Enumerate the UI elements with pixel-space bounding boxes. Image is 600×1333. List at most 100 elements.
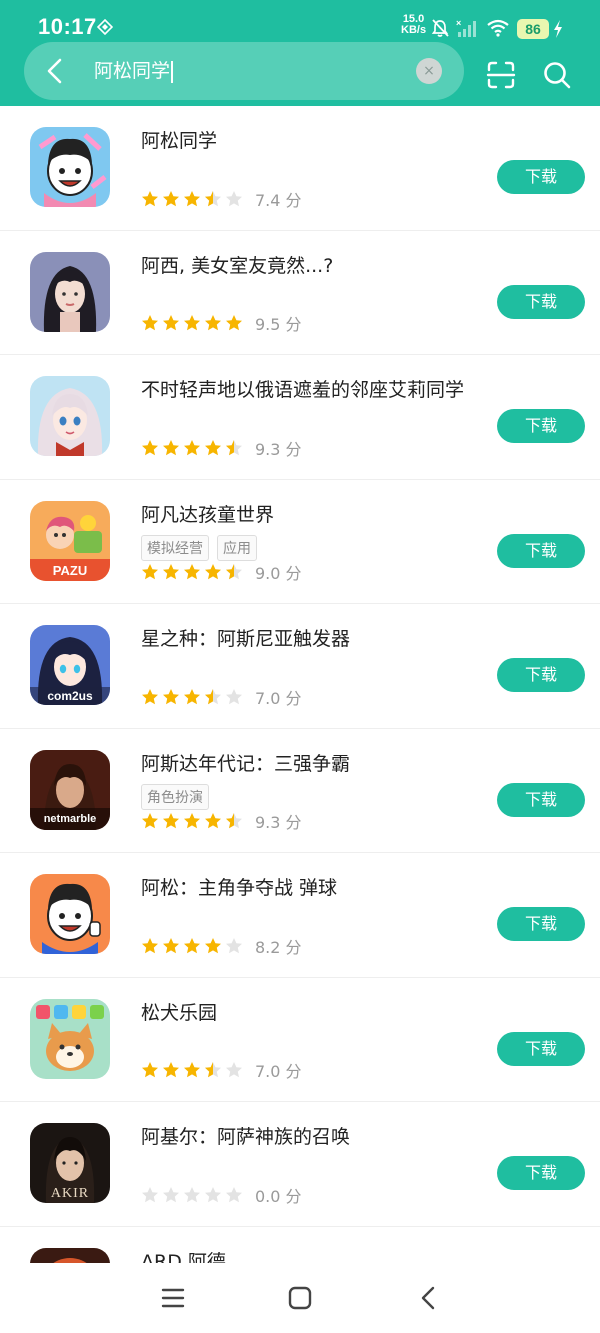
- star-filled-icon: [163, 315, 179, 331]
- score-unit: 分: [285, 439, 302, 459]
- category-tag: 应用: [217, 534, 257, 561]
- star-filled-icon: [205, 813, 221, 829]
- navigation-bar: [0, 1263, 600, 1333]
- star-empty-icon: [226, 688, 242, 704]
- download-button[interactable]: 下载: [497, 907, 585, 941]
- app-name[interactable]: 星之种：阿斯尼亚触发器: [141, 624, 350, 651]
- app-results-list: 阿松同学 7.4 分 下载 阿西, 美女室友竟然...? 9.5 分 下载 不时…: [0, 106, 600, 1263]
- app-list-item[interactable]: PAZU 阿凡达孩童世界 模拟经营 应用 9.0 分 下载: [0, 480, 600, 604]
- app-name[interactable]: 阿斯达年代记：三强争霸: [141, 749, 350, 776]
- signal-icon: ×: [456, 18, 476, 37]
- app-name[interactable]: 阿松同学: [141, 126, 217, 153]
- app-list-item[interactable]: AKIR 阿基尔：阿萨神族的召唤 0.0 分 下载: [0, 1102, 600, 1227]
- search-input[interactable]: 阿松同学: [94, 42, 404, 100]
- score-unit: 分: [285, 937, 302, 957]
- app-list-item[interactable]: 阿松：主角争夺战 弹球 8.2 分 下载: [0, 853, 600, 978]
- score-unit: 分: [285, 813, 302, 832]
- star-filled-icon: [142, 813, 158, 829]
- app-icon[interactable]: AKIR: [30, 1123, 110, 1203]
- star-filled-icon: [163, 190, 179, 206]
- app-rating: 9.5 分: [141, 311, 302, 335]
- app-name[interactable]: 阿松：主角争夺战 弹球: [141, 873, 337, 900]
- download-button[interactable]: 下载: [497, 533, 585, 568]
- star-filled-icon: [184, 190, 200, 206]
- app-icon[interactable]: [30, 127, 110, 207]
- category-tag: 角色扮演: [141, 783, 209, 810]
- app-name[interactable]: 阿凡达孩童世界: [141, 500, 274, 527]
- download-button[interactable]: 下载: [497, 782, 585, 817]
- star-half-icon: [205, 688, 221, 704]
- app-icon[interactable]: [30, 1247, 110, 1263]
- com2us-logo: com2us: [47, 689, 93, 703]
- app-icon[interactable]: [30, 251, 110, 332]
- star-rating: [141, 563, 243, 581]
- app-rating: 9.0 分: [141, 560, 302, 584]
- star-half-icon: [205, 190, 221, 206]
- app-icon[interactable]: PAZU: [30, 500, 110, 581]
- back-icon[interactable]: [414, 1283, 444, 1313]
- star-filled-icon: [226, 315, 242, 331]
- app-rating: 9.3 分: [141, 809, 302, 833]
- app-icon[interactable]: [30, 874, 110, 954]
- app-list-item[interactable]: 不时轻声地以俄语遮羞的邻座艾莉同学 9.3 分 下载: [0, 355, 600, 480]
- star-empty-icon: [226, 937, 242, 953]
- back-arrow-icon[interactable]: [40, 55, 72, 87]
- score-value: 9.3: [255, 439, 281, 459]
- app-list-item[interactable]: 松犬乐园 7.0 分 下载: [0, 978, 600, 1102]
- star-rating: [141, 439, 243, 457]
- star-filled-icon: [163, 688, 179, 704]
- star-filled-icon: [142, 190, 158, 206]
- star-filled-icon: [184, 688, 200, 704]
- download-button[interactable]: 下载: [497, 1156, 585, 1190]
- score-text: 8.2 分: [255, 934, 302, 958]
- download-button[interactable]: 下载: [497, 409, 585, 443]
- score-value: 7.0: [255, 688, 281, 708]
- app-name[interactable]: 阿西, 美女室友竟然...?: [141, 251, 333, 278]
- app-icon[interactable]: netmarble: [30, 749, 110, 830]
- score-text: 0.0 分: [255, 1183, 302, 1207]
- app-rating: 8.2 分: [141, 934, 302, 958]
- star-filled-icon: [142, 564, 158, 580]
- download-button[interactable]: 下载: [497, 284, 585, 319]
- search-icon[interactable]: [542, 60, 572, 90]
- app-list-item[interactable]: 阿松同学 7.4 分 下载: [0, 106, 600, 231]
- app-icon[interactable]: [30, 376, 110, 456]
- app-list-item[interactable]: ARD 阿德: [0, 1227, 600, 1264]
- menu-icon[interactable]: [158, 1283, 188, 1313]
- download-button[interactable]: 下载: [497, 160, 585, 194]
- status-bar: 10:17 15.0 KB/s × 86: [0, 0, 600, 44]
- pazu-logo: PAZU: [53, 563, 87, 578]
- score-unit: 分: [285, 1186, 302, 1206]
- app-rating: 7.0 分: [141, 1058, 302, 1082]
- app-list-item[interactable]: 阿西, 美女室友竟然...? 9.5 分 下载: [0, 231, 600, 355]
- download-button[interactable]: 下载: [497, 1031, 585, 1066]
- star-filled-icon: [184, 439, 200, 455]
- download-button[interactable]: 下载: [497, 658, 585, 692]
- scan-icon[interactable]: [486, 60, 516, 90]
- app-icon[interactable]: [30, 998, 110, 1079]
- app-name[interactable]: ARD 阿德: [141, 1247, 226, 1264]
- star-half-icon: [226, 439, 242, 455]
- netmarble-logo: netmarble: [44, 813, 97, 825]
- app-name[interactable]: 不时轻声地以俄语遮羞的邻座艾莉同学: [141, 375, 464, 402]
- app-list-item[interactable]: netmarble 阿斯达年代记：三强争霸 角色扮演 9.3 分 下载: [0, 729, 600, 853]
- clear-search-button[interactable]: ×: [416, 58, 442, 84]
- score-text: 7.4 分: [255, 187, 302, 211]
- star-rating: [141, 688, 243, 706]
- app-icon[interactable]: com2us: [30, 625, 110, 705]
- home-icon[interactable]: [285, 1283, 315, 1313]
- status-time: 10:17: [38, 14, 97, 39]
- star-rating: [141, 314, 243, 332]
- star-rating: [141, 190, 243, 208]
- network-speed-unit: KB/s: [401, 24, 427, 36]
- app-list-item[interactable]: com2us 星之种：阿斯尼亚触发器 7.0 分 下载: [0, 604, 600, 729]
- score-value: 9.3: [255, 813, 281, 832]
- wifi-icon: [487, 19, 509, 37]
- star-filled-icon: [184, 937, 200, 953]
- score-unit: 分: [285, 190, 302, 210]
- app-name[interactable]: 松犬乐园: [141, 998, 217, 1025]
- app-rating: 7.4 分: [141, 187, 302, 211]
- app-name[interactable]: 阿基尔：阿萨神族的召唤: [141, 1122, 350, 1149]
- score-unit: 分: [285, 564, 302, 583]
- star-filled-icon: [163, 564, 179, 580]
